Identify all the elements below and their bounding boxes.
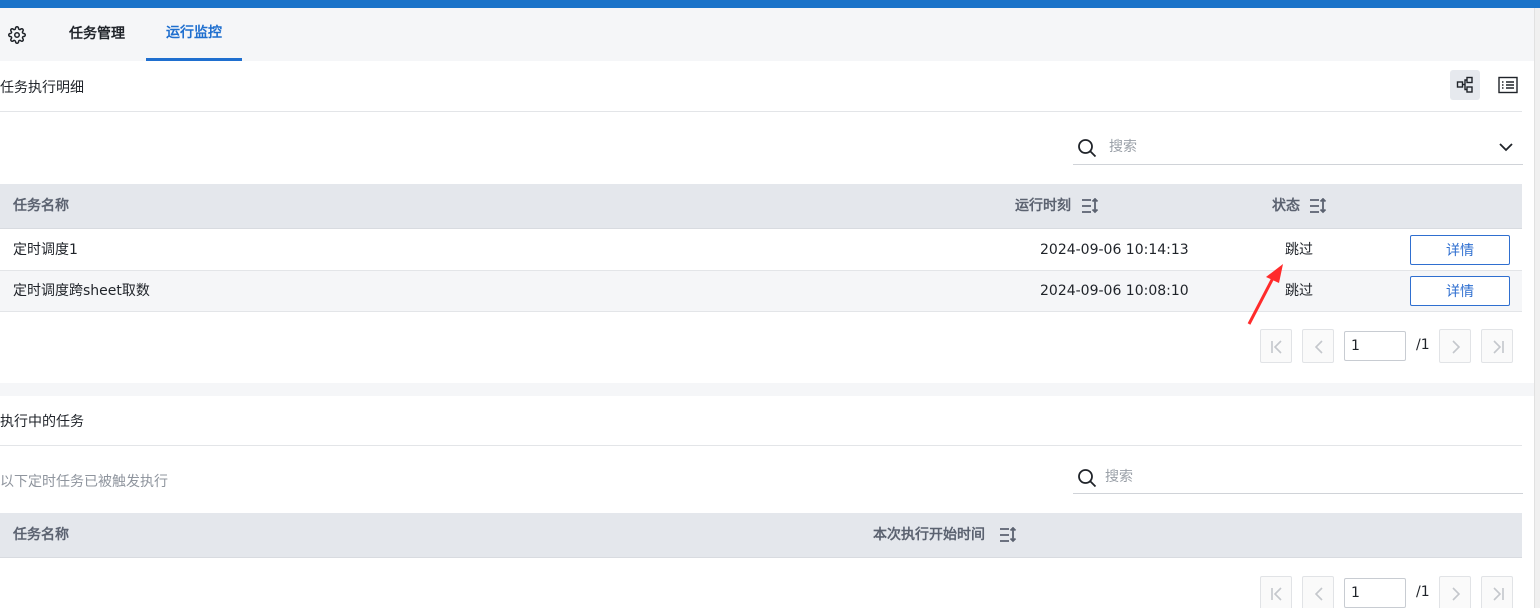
detail-search-input[interactable]	[1109, 136, 1489, 158]
running-search	[1073, 460, 1523, 494]
annotation-arrow-icon	[1247, 264, 1283, 325]
first-page-button[interactable]	[1260, 576, 1292, 608]
page-number-input[interactable]	[1344, 331, 1406, 361]
flow-view-icon	[1456, 76, 1473, 93]
running-section-title: 执行中的任务	[0, 414, 84, 430]
run-time: 2024-09-06 10:08:10	[1040, 283, 1189, 299]
gear-icon[interactable]	[8, 26, 26, 44]
running-search-input[interactable]	[1105, 466, 1485, 488]
status-text: 跳过	[1285, 242, 1313, 258]
search-icon	[1077, 468, 1097, 492]
column-header-start-time[interactable]: 本次执行开始时间	[873, 513, 985, 558]
column-header-name: 任务名称	[13, 527, 69, 543]
column-header-status[interactable]: 状态	[1272, 184, 1300, 229]
last-page-button[interactable]	[1481, 576, 1513, 608]
search-icon	[1077, 138, 1097, 162]
tab-run-monitor[interactable]: 运行监控	[146, 8, 242, 61]
running-hint-text: 以下定时任务已被触发执行	[0, 474, 168, 490]
chevron-left-icon	[1314, 340, 1323, 354]
task-name: 定时调度1	[13, 242, 78, 258]
chevron-left-icon	[1314, 587, 1323, 601]
detail-button[interactable]: 详情	[1410, 235, 1510, 265]
chevron-right-icon	[1452, 340, 1461, 354]
column-header-run-time[interactable]: 运行时刻	[1015, 184, 1071, 229]
detail-section-title: 任务执行明细	[0, 80, 84, 96]
first-page-icon	[1271, 340, 1282, 354]
last-page-button[interactable]	[1481, 329, 1513, 363]
sort-icon[interactable]	[1081, 197, 1099, 218]
section-divider	[0, 383, 1534, 396]
divider	[0, 111, 1522, 112]
tab-task-management[interactable]: 任务管理	[56, 8, 138, 61]
next-page-button[interactable]	[1439, 576, 1471, 608]
top-accent-bar	[0, 0, 1540, 8]
chevron-right-icon	[1452, 587, 1461, 601]
divider	[0, 445, 1522, 446]
detail-search	[1073, 130, 1523, 165]
task-name: 定时调度跨sheet取数	[13, 283, 150, 299]
first-page-button[interactable]	[1260, 329, 1292, 363]
vertical-scrollbar[interactable]	[1534, 8, 1540, 608]
flow-view-button[interactable]	[1450, 70, 1480, 100]
run-time: 2024-09-06 10:14:13	[1040, 242, 1189, 258]
table-row: 定时调度1 2024-09-06 10:14:13 跳过 详情	[0, 230, 1522, 271]
detail-button[interactable]: 详情	[1410, 276, 1510, 306]
prev-page-button[interactable]	[1302, 576, 1334, 608]
next-page-button[interactable]	[1439, 329, 1471, 363]
page-total: /1	[1416, 337, 1430, 353]
sort-icon[interactable]	[1309, 197, 1327, 218]
column-header-name: 任务名称	[13, 198, 69, 214]
running-table-header: 任务名称 本次执行开始时间	[0, 513, 1522, 558]
page-total: /1	[1416, 584, 1430, 600]
page-number-input[interactable]	[1344, 578, 1406, 608]
last-page-icon	[1493, 587, 1504, 601]
table-row: 定时调度跨sheet取数 2024-09-06 10:08:10 跳过 详情	[0, 271, 1522, 312]
list-view-icon	[1498, 76, 1518, 94]
status-text: 跳过	[1285, 283, 1313, 299]
last-page-icon	[1493, 340, 1504, 354]
detail-table-header: 任务名称 运行时刻 状态	[0, 184, 1522, 229]
sort-icon[interactable]	[999, 526, 1017, 547]
prev-page-button[interactable]	[1302, 329, 1334, 363]
list-view-button[interactable]	[1492, 70, 1522, 100]
chevron-down-icon[interactable]	[1497, 138, 1515, 160]
first-page-icon	[1271, 587, 1282, 601]
